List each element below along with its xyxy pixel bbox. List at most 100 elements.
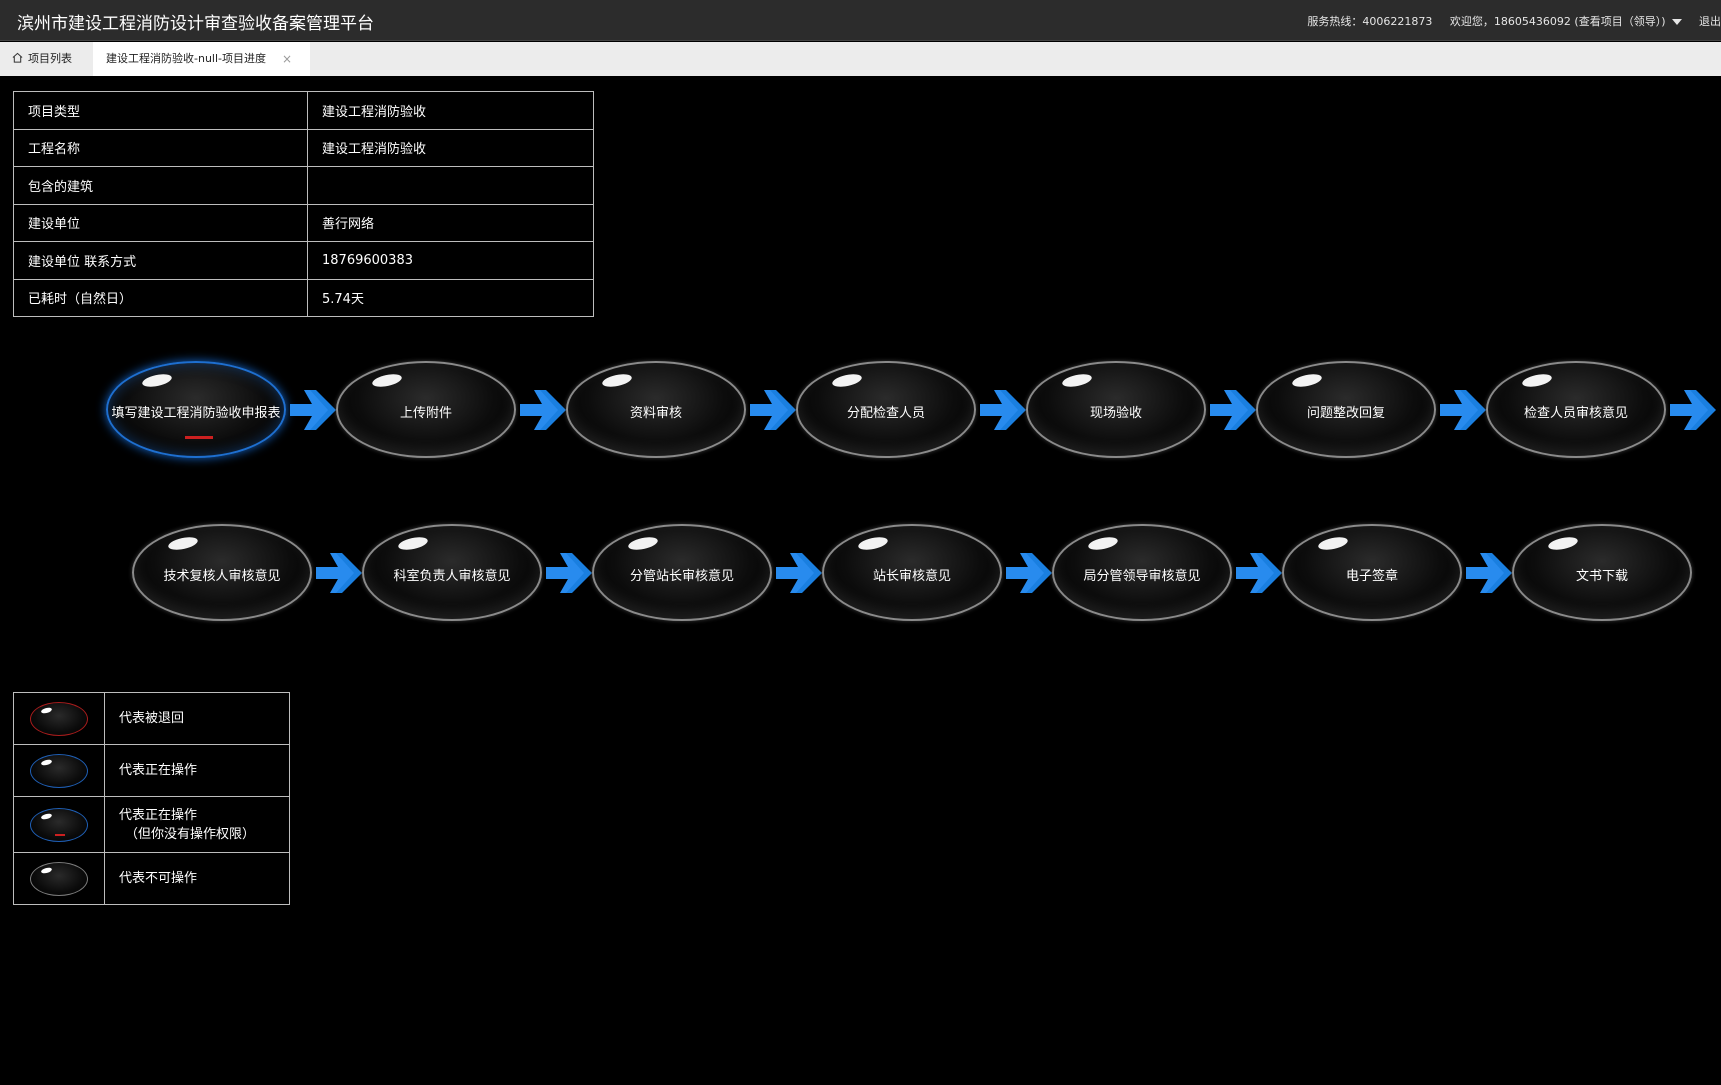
arrow-right-icon	[1236, 550, 1286, 596]
legend-text: 代表不可操作	[104, 852, 290, 905]
info-key: 已耗时（自然日）	[13, 278, 308, 317]
gloss-highlight	[141, 372, 173, 389]
top-right-info: 服务热线：4006221873 欢迎您，18605436092 (查看项目（领导…	[1307, 13, 1721, 29]
workflow-node[interactable]: 科室负责人审核意见	[362, 524, 542, 621]
workflow-node[interactable]: 局分管领导审核意见	[1052, 524, 1232, 621]
workflow-node[interactable]: 文书下载	[1512, 524, 1692, 621]
legend-text: 代表被退回	[104, 692, 290, 745]
workflow-node[interactable]: 填写建设工程消防验收申报表	[106, 361, 286, 458]
arrow-right-icon	[1006, 550, 1056, 596]
logout-link[interactable]: 退出	[1699, 15, 1721, 28]
workflow-node[interactable]: 电子签章	[1282, 524, 1462, 621]
legend-row: 代表正在操作	[13, 744, 290, 797]
tab-project-list-label: 项目列表	[28, 52, 72, 65]
tab-project-progress-label: 建设工程消防验收-null-项目进度	[106, 52, 266, 65]
gloss-highlight	[601, 372, 633, 389]
legend-subtext: （但你没有操作权限）	[125, 826, 256, 842]
info-row: 建设单位 联系方式 18769600383	[13, 241, 594, 280]
arrow-right-icon	[1466, 550, 1516, 596]
info-value: 建设工程消防验收	[307, 91, 594, 130]
info-row: 已耗时（自然日） 5.74天	[13, 278, 594, 317]
info-key: 建设单位 联系方式	[13, 241, 308, 280]
workflow-node[interactable]: 分管站长审核意见	[592, 524, 772, 621]
operating-node-icon	[30, 753, 88, 788]
workflow-node[interactable]: 问题整改回复	[1256, 361, 1436, 458]
workflow-node[interactable]: 技术复核人审核意见	[132, 524, 312, 621]
legend-table: 代表被退回 代表正在操作 代表正在操作 （但你没有操作权限） 代表不可操作	[13, 692, 290, 905]
tab-project-list[interactable]: 项目列表	[12, 42, 72, 76]
tab-project-progress[interactable]: 建设工程消防验收-null-项目进度 ×	[93, 42, 310, 76]
info-value: 5.74天	[307, 278, 594, 317]
gloss-highlight	[1317, 535, 1349, 552]
workflow-node[interactable]: 上传附件	[336, 361, 516, 458]
chevron-down-icon[interactable]	[1671, 18, 1682, 25]
info-key: 建设单位	[13, 203, 308, 242]
workflow-node-label: 电子签章	[1345, 569, 1398, 584]
gloss-highlight	[397, 535, 429, 552]
arrow-right-icon	[520, 387, 570, 433]
legend-text: 代表正在操作	[104, 744, 290, 797]
legend-text: 代表正在操作	[119, 807, 198, 823]
arrow-right-icon	[776, 550, 826, 596]
workflow-node-label: 技术复核人审核意见	[163, 569, 281, 584]
gloss-highlight	[1291, 372, 1323, 389]
gloss-highlight	[1087, 535, 1119, 552]
info-value: 18769600383	[307, 241, 594, 280]
workflow-node-label: 局分管领导审核意见	[1083, 569, 1201, 584]
close-icon[interactable]: ×	[282, 42, 292, 76]
legend-row: 代表不可操作	[13, 852, 290, 905]
workflow-node[interactable]: 站长审核意见	[822, 524, 1002, 621]
gloss-highlight	[831, 372, 863, 389]
workflow-node-label: 文书下载	[1575, 569, 1628, 584]
info-key: 工程名称	[13, 128, 308, 167]
gloss-highlight	[1521, 372, 1553, 389]
workflow-node-label: 问题整改回复	[1306, 406, 1385, 421]
gloss-highlight	[167, 535, 199, 552]
gloss-highlight	[371, 372, 403, 389]
gloss-highlight	[627, 535, 659, 552]
workflow-node[interactable]: 检查人员审核意见	[1486, 361, 1666, 458]
workflow-node-label: 分管站长审核意见	[629, 569, 734, 584]
arrow-right-icon	[980, 387, 1030, 433]
workflow-node-label: 填写建设工程消防验收申报表	[111, 406, 281, 421]
info-row: 项目类型 建设工程消防验收	[13, 91, 594, 130]
info-key: 包含的建筑	[13, 166, 308, 205]
home-icon	[12, 52, 23, 63]
app-title: 滨州市建设工程消防设计审查验收备案管理平台	[17, 14, 374, 34]
hotline-text: 服务热线：4006221873	[1307, 15, 1433, 28]
workflow-node-label: 上传附件	[399, 406, 452, 421]
gloss-highlight	[1547, 535, 1579, 552]
info-row: 包含的建筑	[13, 166, 594, 205]
arrow-right-icon	[1670, 387, 1720, 433]
project-info-table: 项目类型 建设工程消防验收 工程名称 建设工程消防验收 包含的建筑 建设单位 善行网络 建设单…	[13, 91, 594, 317]
workflow-node[interactable]: 现场验收	[1026, 361, 1206, 458]
info-value: 善行网络	[307, 203, 594, 242]
disabled-node-icon	[30, 861, 88, 896]
info-value	[307, 166, 594, 205]
workflow-node-label: 资料审核	[629, 406, 682, 421]
top-bar: 滨州市建设工程消防设计审查验收备案管理平台 服务热线：4006221873 欢迎…	[0, 0, 1721, 41]
arrow-right-icon	[546, 550, 596, 596]
legend-row: 代表正在操作 （但你没有操作权限）	[13, 796, 290, 853]
welcome-user-menu[interactable]: 欢迎您，18605436092 (查看项目（领导）)	[1450, 15, 1666, 28]
arrow-right-icon	[750, 387, 800, 433]
workflow-node[interactable]: 分配检查人员	[796, 361, 976, 458]
tab-bar: 项目列表 建设工程消防验收-null-项目进度 ×	[0, 42, 1721, 76]
gloss-highlight	[1061, 372, 1093, 389]
info-row: 工程名称 建设工程消防验收	[13, 128, 594, 167]
workflow-node-label: 科室负责人审核意见	[393, 569, 511, 584]
info-key: 项目类型	[13, 91, 308, 130]
arrow-right-icon	[290, 387, 340, 433]
operating-no-permission-node-icon	[30, 807, 88, 842]
no-permission-marker	[185, 436, 213, 439]
arrow-right-icon	[1440, 387, 1490, 433]
info-row: 建设单位 善行网络	[13, 203, 594, 242]
info-value: 建设工程消防验收	[307, 128, 594, 167]
workflow-node-label: 现场验收	[1089, 406, 1142, 421]
workflow-node-label: 分配检查人员	[846, 406, 925, 421]
gloss-highlight	[857, 535, 889, 552]
arrow-right-icon	[1210, 387, 1260, 433]
arrow-right-icon	[316, 550, 366, 596]
workflow-node[interactable]: 资料审核	[566, 361, 746, 458]
legend-row: 代表被退回	[13, 692, 290, 745]
